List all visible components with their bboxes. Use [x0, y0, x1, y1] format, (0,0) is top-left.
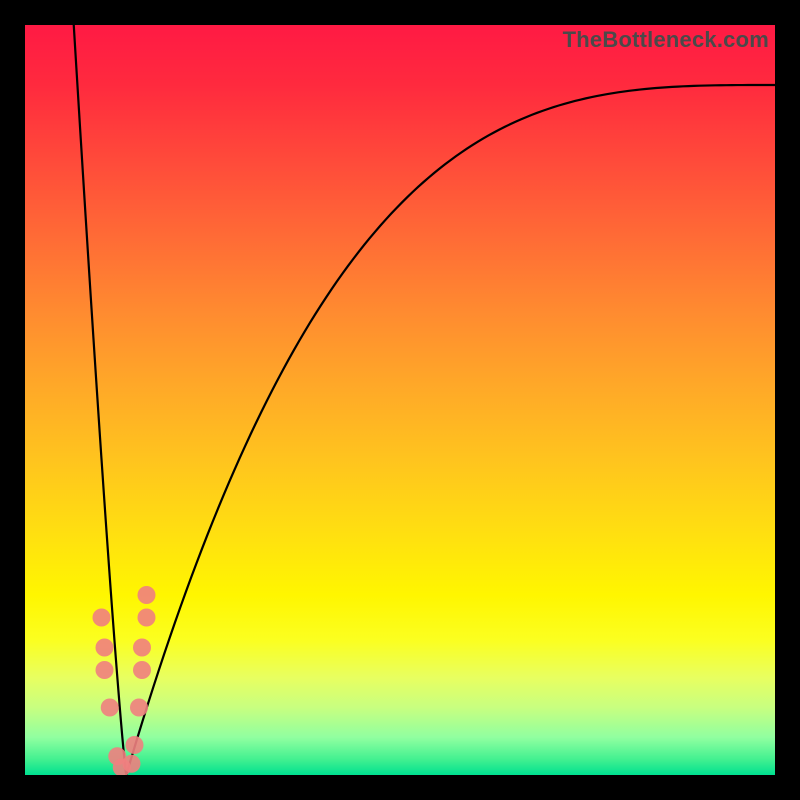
data-point [133, 639, 151, 657]
data-point [96, 661, 114, 679]
data-point [101, 699, 119, 717]
data-point [138, 609, 156, 627]
bottleneck-curve [74, 25, 775, 775]
data-point [96, 639, 114, 657]
data-point [93, 609, 111, 627]
chart-frame: TheBottleneck.com [0, 0, 800, 800]
plot-area: TheBottleneck.com [25, 25, 775, 775]
chart-svg [25, 25, 775, 775]
data-point [138, 586, 156, 604]
data-point [130, 699, 148, 717]
data-point [123, 755, 141, 773]
data-point [126, 736, 144, 754]
data-point [133, 661, 151, 679]
